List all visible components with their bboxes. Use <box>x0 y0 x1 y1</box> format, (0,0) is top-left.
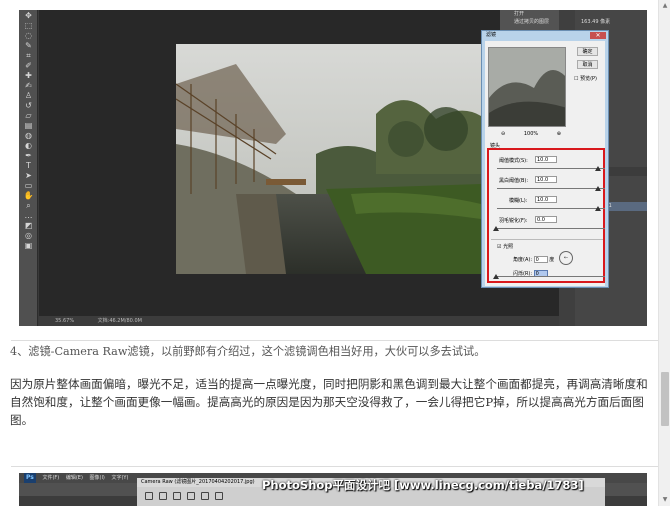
gradient-tool-icon[interactable]: ▤ <box>22 121 35 130</box>
zoom-tool-icon[interactable]: ⌕ <box>22 201 35 210</box>
blur-tool-icon[interactable]: ◍ <box>22 131 35 140</box>
tools-panel: ✥ ⬚ ◌ ✎ ⌗ ✐ ✚ ✍ ♙ ↺ ▱ ▤ ◍ ◐ ✒ T ➤ ▭ ✋ ⌕ … <box>19 10 38 326</box>
slider-track[interactable] <box>497 276 605 277</box>
slider-value[interactable]: 10.0 <box>535 176 557 183</box>
zoom-out-icon[interactable]: ⊖ <box>501 131 505 137</box>
zoom-controls: ⊖ 100% ⊕ <box>501 131 561 137</box>
slider-label: 阈值模式(S): <box>499 158 528 164</box>
page-scrollbar[interactable]: ▲ ▼ <box>658 0 670 506</box>
slider-value[interactable]: 0.0 <box>535 216 557 223</box>
path-select-icon[interactable]: ➤ <box>22 171 35 180</box>
divider <box>11 466 659 467</box>
highlight-box: 阈值模式(S): 10.0 黑白阈值(B): 10.0 模糊(L): 10.0 <box>487 148 605 283</box>
angle-unit: 度 <box>549 257 555 263</box>
slider-label: 羽毛锐化(F): <box>499 218 528 224</box>
quick-mask-icon[interactable]: ◎ <box>22 231 35 240</box>
scroll-thumb[interactable] <box>661 372 669 426</box>
ps-logo: Ps <box>24 473 36 483</box>
divider <box>491 239 603 240</box>
slider-track[interactable] <box>497 168 605 169</box>
menu-file[interactable]: 文件(F) <box>42 475 59 481</box>
slider-row: 黑白阈值(B): 10.0 <box>495 175 605 195</box>
slider-thumb[interactable] <box>493 274 499 279</box>
hand-tool-icon[interactable]: ✋ <box>22 191 35 200</box>
slider-value[interactable]: 10.0 <box>535 196 557 203</box>
scroll-up-icon[interactable]: ▲ <box>661 2 669 10</box>
angle-input[interactable]: 0 <box>533 256 548 263</box>
eyedropper-tool-icon[interactable]: ✐ <box>22 61 35 70</box>
slider-label: 黑白阈值(B): <box>499 178 529 184</box>
lasso-tool-icon[interactable]: ◌ <box>22 31 35 40</box>
slider-track[interactable] <box>497 208 605 209</box>
crop-tool-icon[interactable] <box>215 492 223 500</box>
description-paragraph: 因为原片整体画面偏暗，曝光不足，适当的提高一点曝光度，同时把阴影和黑色调到最大让… <box>10 377 648 427</box>
dodge-tool-icon[interactable]: ◐ <box>22 141 35 150</box>
crop-tool-icon[interactable]: ⌗ <box>22 51 35 60</box>
photoshop-screenshot-top: ✥ ⬚ ◌ ✎ ⌗ ✐ ✚ ✍ ♙ ↺ ▱ ▤ ◍ ◐ ✒ T ➤ ▭ ✋ ⌕ … <box>19 10 647 326</box>
divider <box>11 340 659 341</box>
zoom-tool-icon[interactable] <box>145 492 153 500</box>
quick-select-tool-icon[interactable]: ✎ <box>22 41 35 50</box>
slider-track[interactable] <box>497 228 605 229</box>
menu-edit[interactable]: 编辑(E) <box>66 475 83 481</box>
status-bar: 35.67% 文档:46.2M/80.0M <box>39 316 559 326</box>
brush-tool-icon[interactable]: ✍ <box>22 81 35 90</box>
eraser-tool-icon[interactable]: ▱ <box>22 111 35 120</box>
slider-thumb[interactable] <box>493 226 499 231</box>
landscape-photo <box>176 44 481 274</box>
pen-tool-icon[interactable]: ✒ <box>22 151 35 160</box>
bokeh-label: 光照 <box>503 244 514 250</box>
slider-value[interactable]: 10.0 <box>535 156 557 163</box>
slider-thumb[interactable] <box>595 186 601 191</box>
marquee-tool-icon[interactable]: ⬚ <box>22 21 35 30</box>
slider-thumb[interactable] <box>595 206 601 211</box>
step-4-text: 4、滤镜-Camera Raw滤镜，以前野郎有介绍过，这个滤镜调色相当好用，大伙… <box>10 345 486 358</box>
shape-tool-icon[interactable]: ▭ <box>22 181 35 190</box>
scroll-down-icon[interactable]: ▼ <box>661 496 669 504</box>
filter-preview <box>488 47 566 127</box>
zoom-in-icon[interactable]: ⊕ <box>557 131 561 137</box>
menu-image[interactable]: 图像(I) <box>90 475 105 481</box>
slider-row: 阈值模式(S): 10.0 <box>495 155 605 175</box>
white-balance-tool-icon[interactable] <box>173 492 181 500</box>
zoom-value: 100% <box>523 131 539 137</box>
bokeh-checkbox[interactable]: ☑ 光照 <box>497 243 513 250</box>
screen-mode-icon[interactable]: ▣ <box>22 241 35 250</box>
cancel-button[interactable]: 取消 <box>577 60 598 69</box>
close-icon[interactable]: ✕ <box>590 32 606 39</box>
watermark: PhotoShop平面设计吧 [www.linecg.com/tieba/178… <box>262 478 584 492</box>
angle-row: 角度(A): 0 度 <box>513 256 554 263</box>
dialog-body: 确定 取消 ☐ 预览(P) ⊖ 100% ⊕ 镜头 阈值模式(S): 10.0 <box>485 41 605 286</box>
color-swatch-icon[interactable]: ◩ <box>22 221 35 230</box>
slider-row: 模糊(L): 10.0 <box>495 195 605 215</box>
hand-tool-icon[interactable] <box>159 492 167 500</box>
slider-row <box>493 266 605 280</box>
slider-track[interactable] <box>497 188 605 189</box>
size-readout: 163.49 像素 <box>581 19 611 25</box>
slider-row: 羽毛锐化(F): 0.0 <box>493 215 605 235</box>
color-sampler-icon[interactable] <box>187 492 195 500</box>
page: ✥ ⬚ ◌ ✎ ⌗ ✐ ✚ ✍ ♙ ↺ ▱ ▤ ◍ ◐ ✒ T ➤ ▭ ✋ ⌕ … <box>0 0 670 506</box>
slider-label: 模糊(L): <box>509 198 528 204</box>
menu-type[interactable]: 文字(Y) <box>111 475 128 481</box>
move-tool-icon[interactable]: ✥ <box>22 11 35 20</box>
more-tools-icon[interactable]: … <box>22 211 35 220</box>
targeted-adjust-icon[interactable] <box>201 492 209 500</box>
zoom-readout: 35.67% <box>55 318 75 324</box>
angle-label: 角度(A): <box>513 257 533 263</box>
preview-checkbox[interactable]: ☐ 预览(P) <box>574 75 597 82</box>
history-brush-icon[interactable]: ↺ <box>22 101 35 110</box>
ok-button[interactable]: 确定 <box>577 47 598 56</box>
healing-tool-icon[interactable]: ✚ <box>22 71 35 80</box>
slider-thumb[interactable] <box>595 166 601 171</box>
doc-size-readout: 文档:46.2M/80.0M <box>97 318 142 324</box>
preview-label: 预览(P) <box>580 76 597 82</box>
angle-dial-icon[interactable]: ← <box>559 251 573 265</box>
type-tool-icon[interactable]: T <box>22 161 35 170</box>
stamp-tool-icon[interactable]: ♙ <box>22 91 35 100</box>
filter-dialog: 滤镜 ✕ 确定 取消 ☐ 预览(P) ⊖ 100% ⊕ 镜头 阈值模式(S): … <box>481 30 609 288</box>
